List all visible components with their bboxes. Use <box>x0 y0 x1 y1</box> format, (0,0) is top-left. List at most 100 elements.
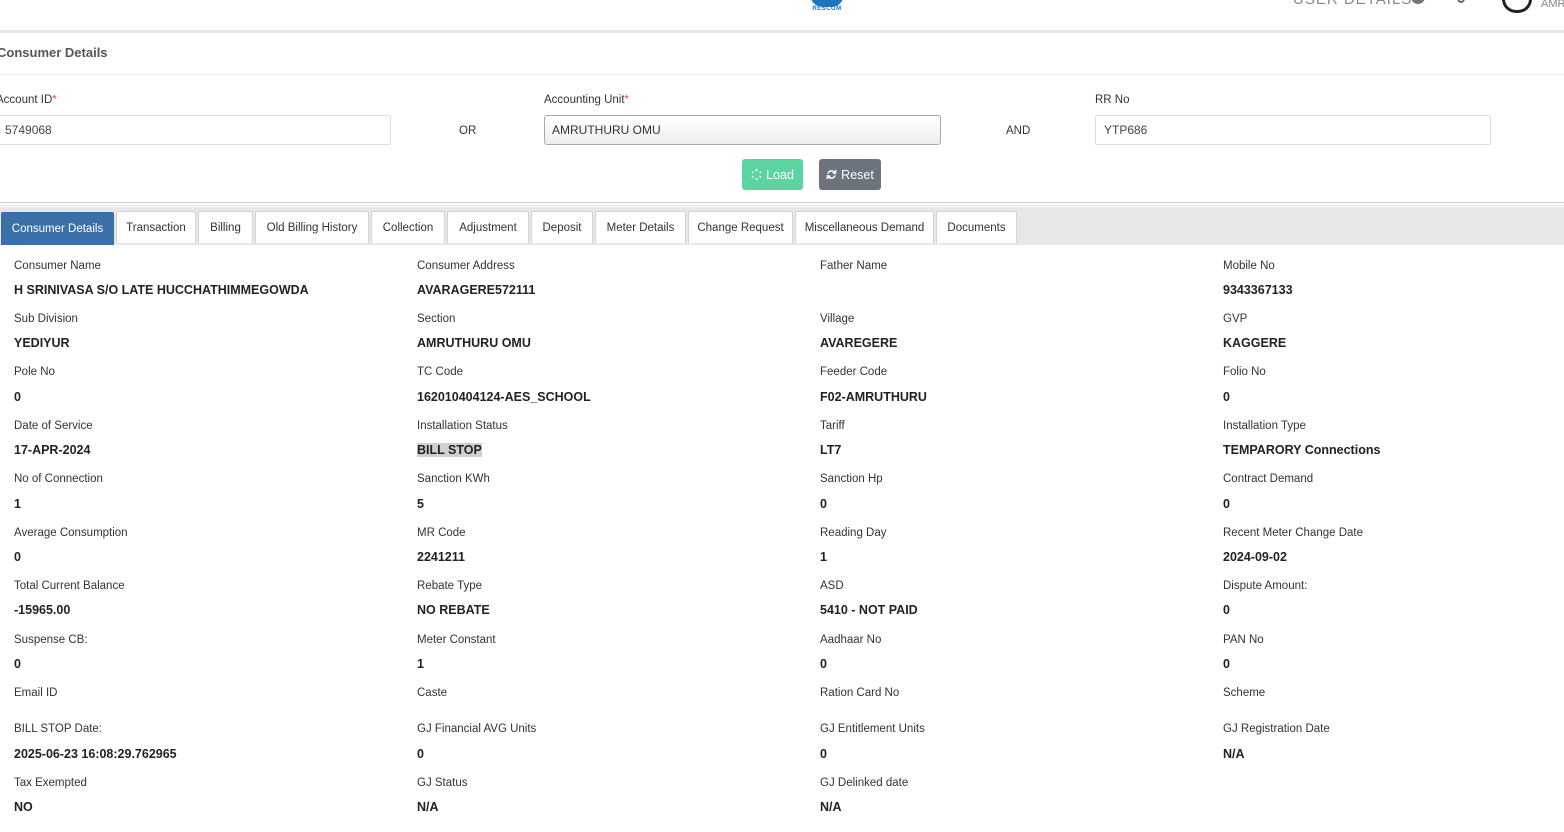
detail-value: 0 <box>1223 497 1230 511</box>
detail-value: 2025-06-23 16:08:29.762965 <box>14 747 177 761</box>
installation-status-value: BILL STOP <box>417 443 482 457</box>
reset-button[interactable]: Reset <box>819 159 881 190</box>
tab-transaction[interactable]: Transaction <box>116 211 196 243</box>
tab-deposit[interactable]: Deposit <box>531 211 593 243</box>
detail-value: 0 <box>820 657 827 671</box>
account-id-input[interactable] <box>0 115 391 145</box>
detail-value: F02-AMRUTHURU <box>820 390 927 404</box>
topbar-divider <box>0 30 1564 33</box>
detail-label: GJ Registration Date <box>1223 723 1330 735</box>
spinner-icon <box>751 169 762 180</box>
load-button[interactable]: Load <box>742 159 803 190</box>
reset-button-label: Reset <box>841 167 874 182</box>
tab-change-request[interactable]: Change Request <box>688 211 793 243</box>
form-divider-secondary <box>0 205 1564 206</box>
detail-value: 0 <box>14 550 21 564</box>
detail-value: N/A <box>417 800 439 814</box>
account-id-label: Account ID* <box>0 94 57 106</box>
detail-label: Sanction Hp <box>820 473 883 485</box>
detail-label: GJ Entitlement Units <box>820 723 925 735</box>
detail-value: 1 <box>14 497 21 511</box>
detail-label: Mobile No <box>1223 260 1275 272</box>
detail-value: N/A <box>820 800 842 814</box>
detail-label: Rebate Type <box>417 580 483 592</box>
detail-value: 5410 - NOT PAID <box>820 603 918 617</box>
tab-collection[interactable]: Collection <box>371 211 445 243</box>
detail-value: AVARAGERE572111 <box>417 283 536 297</box>
tab-meter-details[interactable]: Meter Details <box>595 211 686 243</box>
detail-label: Pole No <box>14 366 55 378</box>
detail-value: 5 <box>417 497 424 511</box>
detail-label: Total Current Balance <box>14 580 125 592</box>
detail-label: Ration Card No <box>820 687 900 699</box>
refresh-icon <box>826 169 837 180</box>
detail-label: Suspense CB: <box>14 634 88 646</box>
detail-label: GVP <box>1223 313 1248 325</box>
form-divider <box>0 202 1564 203</box>
tab-consumer-details[interactable]: Consumer Details <box>1 212 114 245</box>
detail-label: GJ Status <box>417 777 468 789</box>
detail-value: 0 <box>1223 390 1230 404</box>
detail-value: 2241211 <box>417 550 465 564</box>
user-details-chevron-icon[interactable] <box>1411 0 1425 4</box>
detail-value: 1 <box>417 657 424 671</box>
detail-label: No of Connection <box>14 473 103 485</box>
detail-value: 17-APR-2024 <box>14 443 91 457</box>
detail-label: GJ Delinked date <box>820 777 909 789</box>
detail-label: Dispute Amount: <box>1223 580 1308 592</box>
detail-value: 0 <box>820 747 827 761</box>
detail-label: Tax Exempted <box>14 777 87 789</box>
tab-miscellaneous-demand[interactable]: Miscellaneous Demand <box>795 211 934 243</box>
and-separator: AND <box>1006 125 1031 137</box>
detail-value: 0 <box>1223 603 1230 617</box>
tab-adjustment[interactable]: Adjustment <box>447 211 529 243</box>
detail-value: AMRUTHURU OMU <box>417 336 531 350</box>
detail-label: Section <box>417 313 456 325</box>
detail-value: 0 <box>820 497 827 511</box>
rr-no-input[interactable] <box>1095 115 1491 145</box>
detail-label: Aadhaar No <box>820 634 882 646</box>
detail-label: Caste <box>417 687 448 699</box>
company-logo[interactable]: RESCOM <box>810 0 844 16</box>
page-title: Consumer Details <box>0 45 108 60</box>
tab-bar: Consumer Details Transaction Billing Old… <box>0 207 1564 245</box>
detail-label: Father Name <box>820 260 888 272</box>
detail-label: BILL STOP Date: <box>14 723 103 735</box>
detail-value: YEDIYUR <box>14 336 70 350</box>
detail-value: 0 <box>14 390 21 404</box>
detail-value: N/A <box>1223 747 1245 761</box>
detail-label: Tariff <box>820 420 845 432</box>
tab-billing[interactable]: Billing <box>198 211 253 243</box>
detail-value: TEMPARORY Connections <box>1223 443 1381 457</box>
detail-label: Recent Meter Change Date <box>1223 527 1363 539</box>
rr-no-label: RR No <box>1095 94 1130 106</box>
detail-value: -15965.00 <box>14 603 71 617</box>
detail-label: Installation Type <box>1223 420 1306 432</box>
tab-old-billing-history[interactable]: Old Billing History <box>255 211 369 243</box>
bell-icon[interactable] <box>1452 0 1470 6</box>
detail-value: NO <box>14 800 33 814</box>
detail-label: Scheme <box>1223 687 1266 699</box>
detail-value: 2024-09-02 <box>1223 550 1287 564</box>
title-divider <box>0 74 1564 75</box>
detail-label: Sanction KWh <box>417 473 490 485</box>
detail-label: TC Code <box>417 366 464 378</box>
detail-value: 0 <box>14 657 21 671</box>
detail-label: Average Consumption <box>14 527 128 539</box>
user-avatar-icon[interactable] <box>1502 0 1532 13</box>
detail-label: Consumer Name <box>14 260 101 272</box>
tab-documents[interactable]: Documents <box>936 211 1017 243</box>
detail-label: Email ID <box>14 687 58 699</box>
detail-value: 9343367133 <box>1223 283 1293 297</box>
detail-label: Sub Division <box>14 313 78 325</box>
top-bar: RESCOM USER DETAILS AMR <box>0 0 1564 30</box>
detail-value: LT7 <box>820 443 842 457</box>
user-short-name: AMR <box>1541 0 1564 10</box>
detail-value: H SRINIVASA S/O LATE HUCCHATHIMMEGOWDA <box>14 283 309 297</box>
logo-text: RESCOM <box>812 6 842 12</box>
detail-value: NO REBATE <box>417 603 490 617</box>
detail-label: Village <box>820 313 855 325</box>
detail-value: AVAREGERE <box>820 336 898 350</box>
user-details-label[interactable]: USER DETAILS <box>1293 0 1412 8</box>
accounting-unit-select[interactable]: AMRUTHURU OMU <box>544 115 941 145</box>
